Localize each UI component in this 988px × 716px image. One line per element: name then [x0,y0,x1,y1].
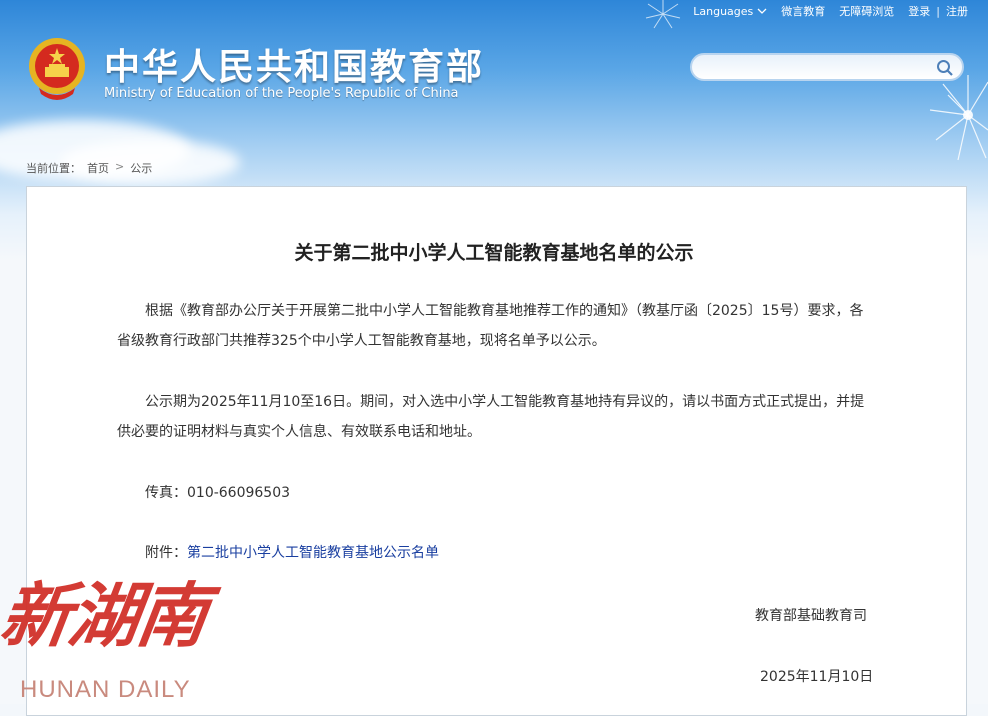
watermark-logo-en: HUNAN DAILY [20,676,191,703]
article-title: 关于第二批中小学人工智能教育基地名单的公示 [294,242,694,264]
watermark-logo-cn: 新湖南 [0,574,212,657]
publish-date: 2025年11月10日 [760,669,874,685]
article-paragraph-1: 根据《教育部办公厅关于开展第二批中小学人工智能教育基地推荐工作的通知》（教基厅函… [117,303,864,349]
dandelion-decoration [645,0,681,29]
accessibility-link[interactable]: 无障碍浏览 [839,3,894,19]
languages-dropdown[interactable]: Languages [693,5,767,18]
breadcrumb: 当前位置： 首页 > 公示 [26,160,152,176]
search-input[interactable] [702,59,936,79]
breadcrumb-current[interactable]: 公示 [130,160,152,176]
signature: 教育部基础教育司 [755,608,867,624]
article-paragraph-2: 公示期为2025年11月10至16日。期间，对入选中小学人工智能教育基地持有异议… [117,394,865,440]
fax-line: 传真：010-66096503 [145,485,291,501]
site-subtitle: Ministry of Education of the People's Re… [104,86,459,101]
search-box [690,53,964,81]
languages-label: Languages [693,4,754,18]
breadcrumb-prefix: 当前位置： [26,162,81,175]
dandelion-decoration [929,75,988,161]
link-separator: | [936,4,940,18]
register-link[interactable]: 注册 [946,3,968,19]
breadcrumb-home[interactable]: 首页 [87,160,109,176]
national-emblem-icon [29,38,85,100]
chevron-down-icon [757,8,767,14]
site-title[interactable]: 中华人民共和国教育部 [104,38,484,90]
login-link[interactable]: 登录 [908,3,930,19]
weibo-link[interactable]: 微言教育 [781,3,825,19]
attachment-link[interactable]: 第二批中小学人工智能教育基地公示名单 [187,545,439,561]
breadcrumb-arrow: > [115,160,125,173]
top-links: Languages 微言教育 无障碍浏览 登录 | 注册 [693,3,968,19]
attachment-label: 附件： [145,545,187,561]
search-icon[interactable] [936,59,954,77]
attachment-line: 附件：第二批中小学人工智能教育基地公示名单 [117,538,877,568]
